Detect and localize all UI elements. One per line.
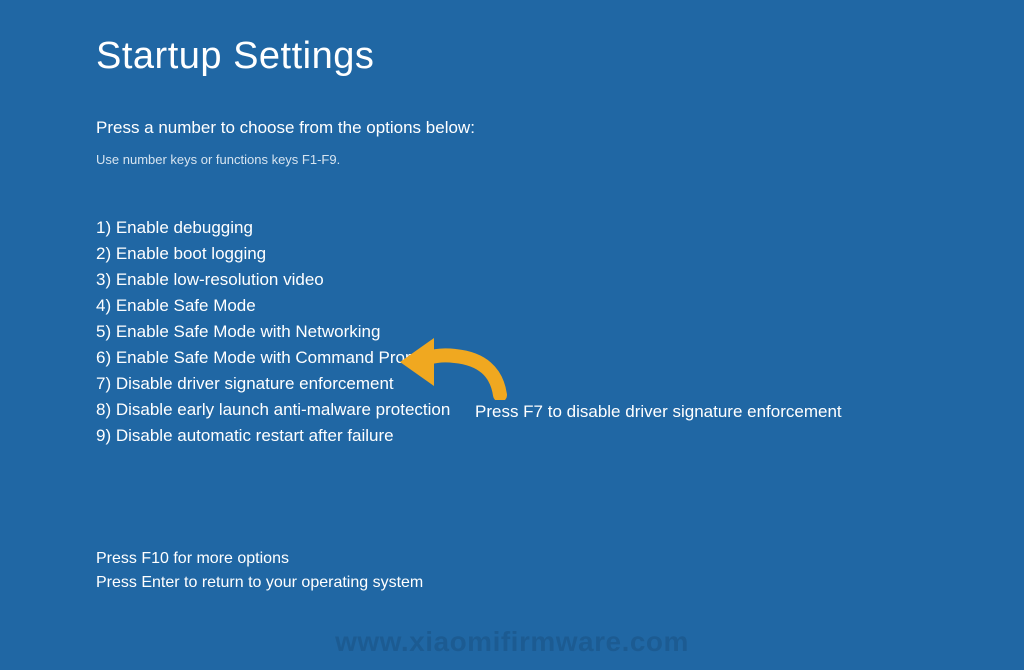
footer-line-2: Press Enter to return to your operating … — [96, 571, 1024, 595]
option-4[interactable]: 4) Enable Safe Mode — [96, 293, 1024, 319]
hint-text: Use number keys or functions keys F1-F9. — [96, 152, 1024, 167]
option-2[interactable]: 2) Enable boot logging — [96, 241, 1024, 267]
option-7[interactable]: 7) Disable driver signature enforcement — [96, 371, 1024, 397]
watermark-text: www.xiaomifirmware.com — [335, 626, 689, 658]
annotation-text: Press F7 to disable driver signature enf… — [475, 402, 842, 422]
instruction-text: Press a number to choose from the option… — [96, 118, 1024, 138]
option-6[interactable]: 6) Enable Safe Mode with Command Prompt — [96, 345, 1024, 371]
footer-line-1: Press F10 for more options — [96, 547, 1024, 571]
footer-instructions: Press F10 for more options Press Enter t… — [96, 547, 1024, 595]
option-5[interactable]: 5) Enable Safe Mode with Networking — [96, 319, 1024, 345]
option-9[interactable]: 9) Disable automatic restart after failu… — [96, 423, 1024, 449]
option-3[interactable]: 3) Enable low-resolution video — [96, 267, 1024, 293]
page-title: Startup Settings — [96, 35, 1024, 78]
option-1[interactable]: 1) Enable debugging — [96, 215, 1024, 241]
